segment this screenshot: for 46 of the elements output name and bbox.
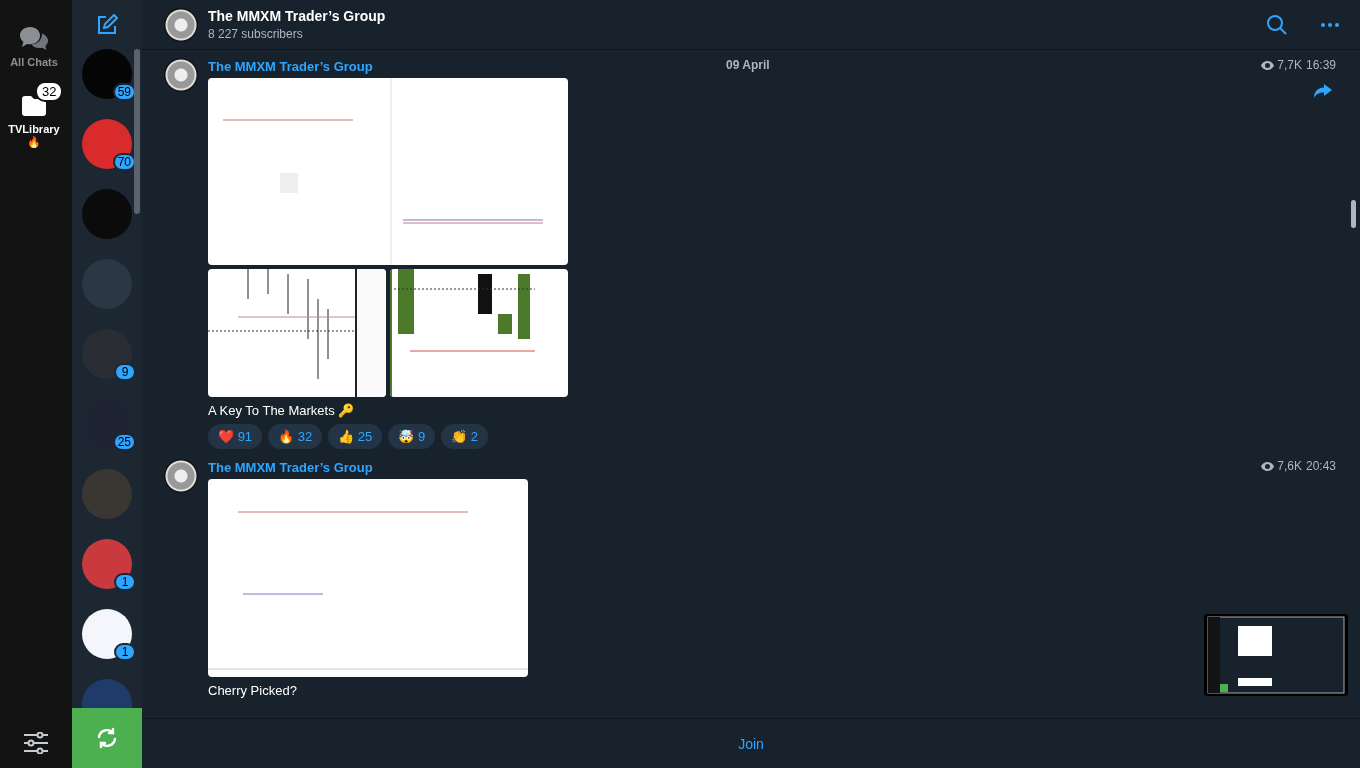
message-time: 20:43 [1305, 459, 1336, 473]
settings-sliders-icon[interactable] [23, 732, 49, 754]
message-caption: A Key To The Markets 🔑 [208, 403, 355, 418]
chat-avatar[interactable] [82, 329, 132, 379]
channel-avatar[interactable] [164, 58, 198, 92]
date-separator: 09 April [726, 58, 770, 72]
reaction-chip[interactable]: ❤ 91 [208, 424, 263, 449]
unread-count-badge: 9 [114, 363, 136, 381]
chat-avatar[interactable] [82, 539, 132, 589]
chat-avatar[interactable] [82, 609, 132, 659]
eye-icon [1261, 461, 1275, 471]
channel-avatar[interactable] [164, 459, 198, 493]
eye-icon [1261, 60, 1275, 70]
unread-count-badge: 1 [114, 643, 136, 661]
join-button[interactable]: Join [726, 729, 776, 758]
channel-title: The MMXM Trader’s Group [208, 8, 387, 24]
chat-avatar[interactable] [82, 49, 132, 99]
view-number: 7,7K [1277, 58, 1302, 72]
folder-icon [21, 95, 47, 117]
folder-tab[interactable]: 32 TVLibrary 🔥 [2, 81, 70, 149]
reaction-chip[interactable]: 👍 25 [328, 424, 383, 449]
unread-count-badge: 25 [112, 433, 136, 451]
compose-icon[interactable] [96, 14, 118, 36]
message-caption: Cherry Picked? [208, 683, 297, 698]
search-icon[interactable] [1266, 13, 1288, 36]
subscriber-count: 8 227 subscribers [208, 27, 304, 41]
scrollbar-thumb[interactable] [134, 49, 140, 214]
scrollbar-thumb[interactable] [1351, 200, 1356, 228]
more-options-icon[interactable] [1320, 21, 1340, 28]
channel-avatar[interactable] [164, 7, 198, 42]
refresh-button[interactable] [72, 708, 142, 768]
unread-count-badge: 1 [114, 573, 136, 591]
folder-tab[interactable]: All Chats [2, 14, 70, 69]
screen-preview-thumbnail[interactable] [1204, 614, 1348, 696]
view-number: 7,6K [1277, 459, 1302, 473]
forward-arrow-icon[interactable] [1314, 84, 1332, 98]
reaction-chip[interactable]: 🤯 9 [388, 424, 436, 449]
refresh-icon [96, 727, 118, 749]
message-time: 16:39 [1305, 58, 1336, 72]
chart-screenshot[interactable] [390, 269, 568, 397]
reaction-chip[interactable]: 🔥 32 [268, 424, 323, 449]
unread-count-badge: 32 [35, 81, 64, 102]
reaction-chip[interactable]: 👏 2 [441, 424, 488, 449]
author-name[interactable]: The MMXM Trader’s Group [208, 460, 373, 475]
chat-avatar[interactable] [82, 119, 132, 169]
author-name[interactable]: The MMXM Trader’s Group [208, 59, 373, 74]
